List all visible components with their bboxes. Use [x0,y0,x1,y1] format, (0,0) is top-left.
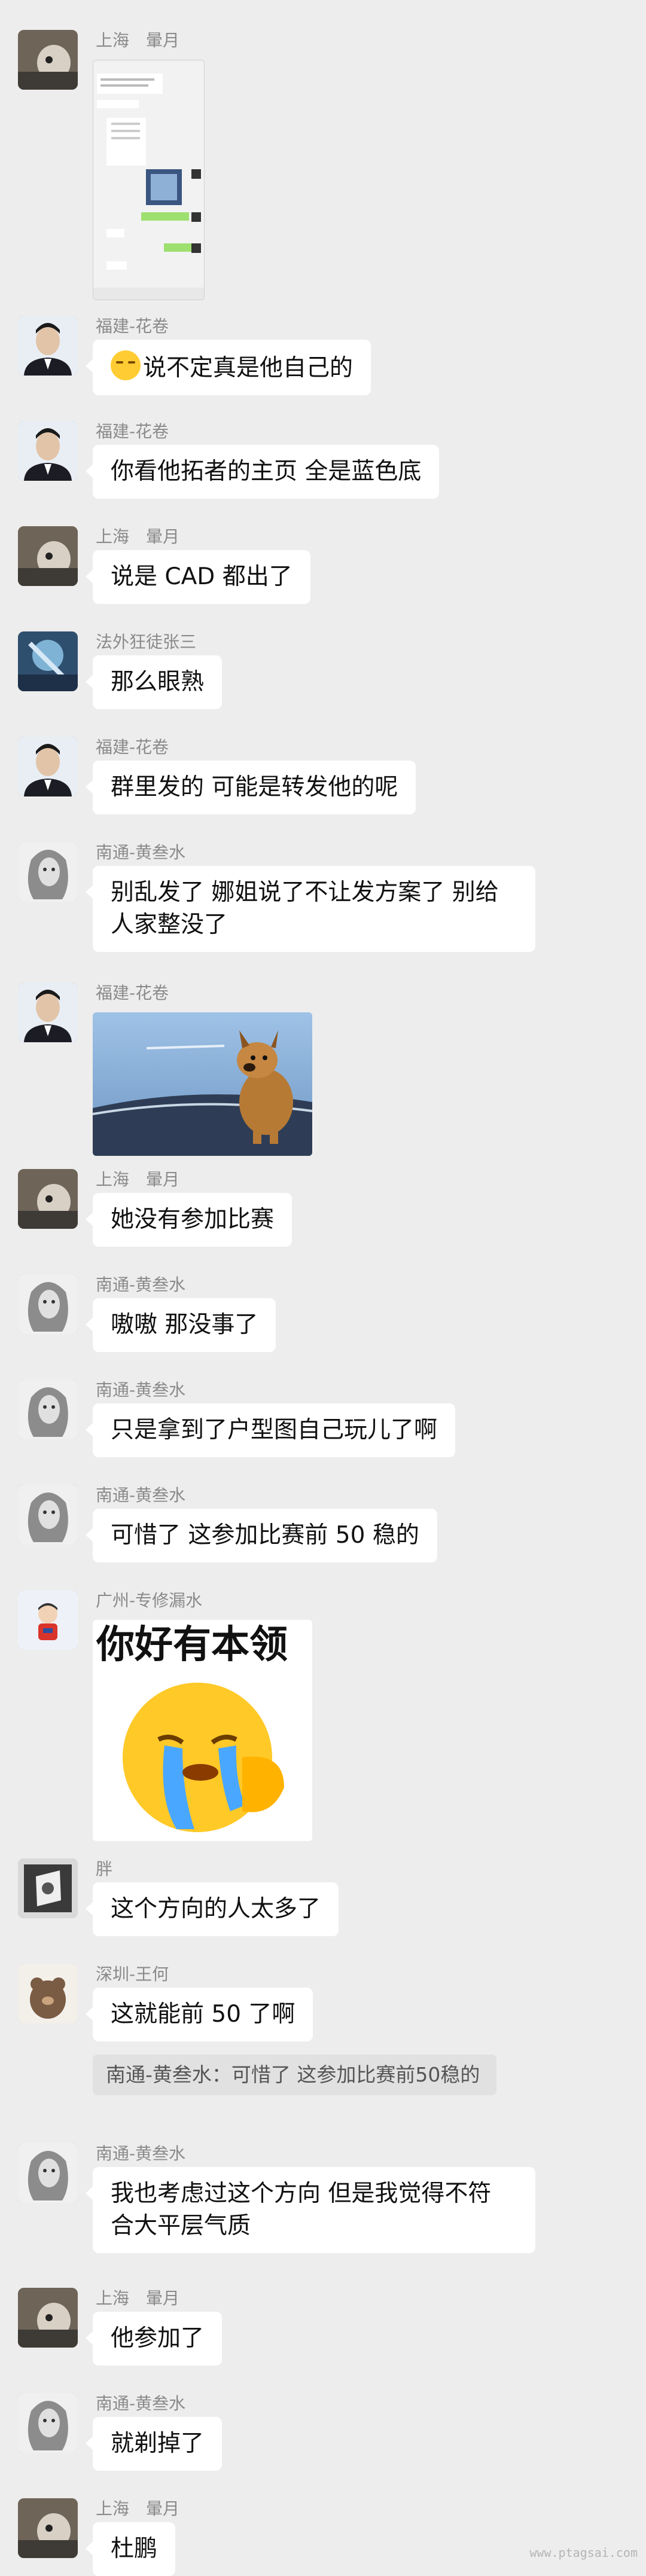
sender-name: 上海 暈月 [96,30,180,50]
dog-photo[interactable] [93,1012,312,1156]
avatar[interactable] [18,2393,78,2453]
avatar[interactable] [18,1379,78,1439]
avatar[interactable] [18,1858,78,1918]
message-text-line: 我也考虑过这个方向 但是我觉得不符 [111,2180,492,2207]
sender-name: 广州-专修漏水 [96,1591,203,1610]
message-text: 说不定真是他自己的 [143,355,354,381]
avatar[interactable] [18,1590,78,1650]
sender-name: 法外狂徒张三 [96,632,197,652]
message-text-line: 合大平层气质 [111,2212,251,2239]
sender-name: 南通-黄叁水 [96,2144,186,2163]
message-bubble[interactable]: 这个方向的人太多了 [85,1882,339,1936]
message-bubble[interactable]: 说是 CAD 都出了 [86,550,310,604]
message-bubble[interactable]: 群里发的 可能是转发他的呢 [85,761,416,814]
sender-name: 胖 [96,1859,113,1879]
message-bubble[interactable]: 嗷嗷 那没事了 [85,1298,276,1352]
avatar[interactable] [18,2498,78,2558]
message-bubble[interactable]: 别乱发了 娜姐说了不让发方案了 别给 人家整没了 [86,866,535,952]
screenshot-image[interactable] [93,60,205,300]
message-bubble[interactable]: 她没有参加比赛 [85,1193,292,1247]
avatar[interactable] [18,1169,78,1229]
avatar[interactable] [18,1964,78,2023]
message-bubble[interactable]: 这就能前 50 了啊 [85,1988,313,2041]
avatar[interactable] [18,842,78,902]
quoted-reply[interactable]: 南通-黄叁水：可惜了 这参加比赛前50稳的 [93,2055,496,2095]
message-bubble[interactable]: 他参加了 [85,2312,223,2366]
avatar[interactable] [18,316,78,376]
sender-name: 南通-黄叁水 [96,1380,186,1400]
sleepy-face-icon [111,350,141,380]
avatar[interactable] [18,421,78,481]
crying-face-icon [123,1683,284,1832]
message-bubble[interactable]: 那么眼熟 [85,655,223,709]
avatar[interactable] [18,526,78,586]
sender-name: 南通-黄叁水 [96,1485,186,1505]
message-bubble[interactable]: 你看他拓者的主页 全是蓝色底 [85,445,440,499]
message-bubble[interactable]: 只是拿到了户型图自己玩儿了啊 [85,1403,456,1457]
avatar[interactable] [18,737,78,796]
sender-name: 福建-花卷 [96,983,169,1003]
sender-name: 深圳-王何 [96,1964,169,1984]
sender-name: 上海 暈月 [96,2288,180,2308]
avatar[interactable] [18,982,78,1042]
avatar[interactable] [18,1274,78,1334]
message-bubble[interactable]: 杜鹏 [85,2522,176,2576]
sender-name: 福建-花卷 [96,737,169,757]
sender-name: 福建-花卷 [96,316,169,336]
message-bubble[interactable]: 我也考虑过这个方向 但是我觉得不符 合大平层气质 [86,2167,535,2253]
sender-name: 南通-黄叁水 [96,843,186,862]
sender-name: 福建-花卷 [96,422,169,441]
avatar[interactable] [18,30,78,90]
avatar[interactable] [18,2288,78,2348]
sender-name: 上海 暈月 [96,2499,180,2519]
sender-name: 上海 暈月 [96,1170,180,1189]
message-bubble[interactable]: 可惜了 这参加比赛前 50 稳的 [86,1509,437,1562]
message-text-line: 别乱发了 娜姐说了不让发方案了 别给 [111,879,499,906]
sender-name: 上海 暈月 [96,527,180,547]
avatar[interactable] [18,2143,78,2203]
sticker-crying-face[interactable]: 你好有本领 [93,1620,312,1841]
message-bubble[interactable]: 就剃掉了 [85,2417,223,2471]
avatar[interactable] [18,1485,78,1545]
message-text-line: 人家整没了 [111,911,228,938]
sender-name: 南通-黄叁水 [96,1275,186,1295]
sender-name: 南通-黄叁水 [96,2394,186,2413]
avatar[interactable] [18,631,78,691]
message-bubble[interactable]: 说不定真是他自己的 [85,340,371,395]
watermark: www.ptagsai.com [529,2546,638,2560]
